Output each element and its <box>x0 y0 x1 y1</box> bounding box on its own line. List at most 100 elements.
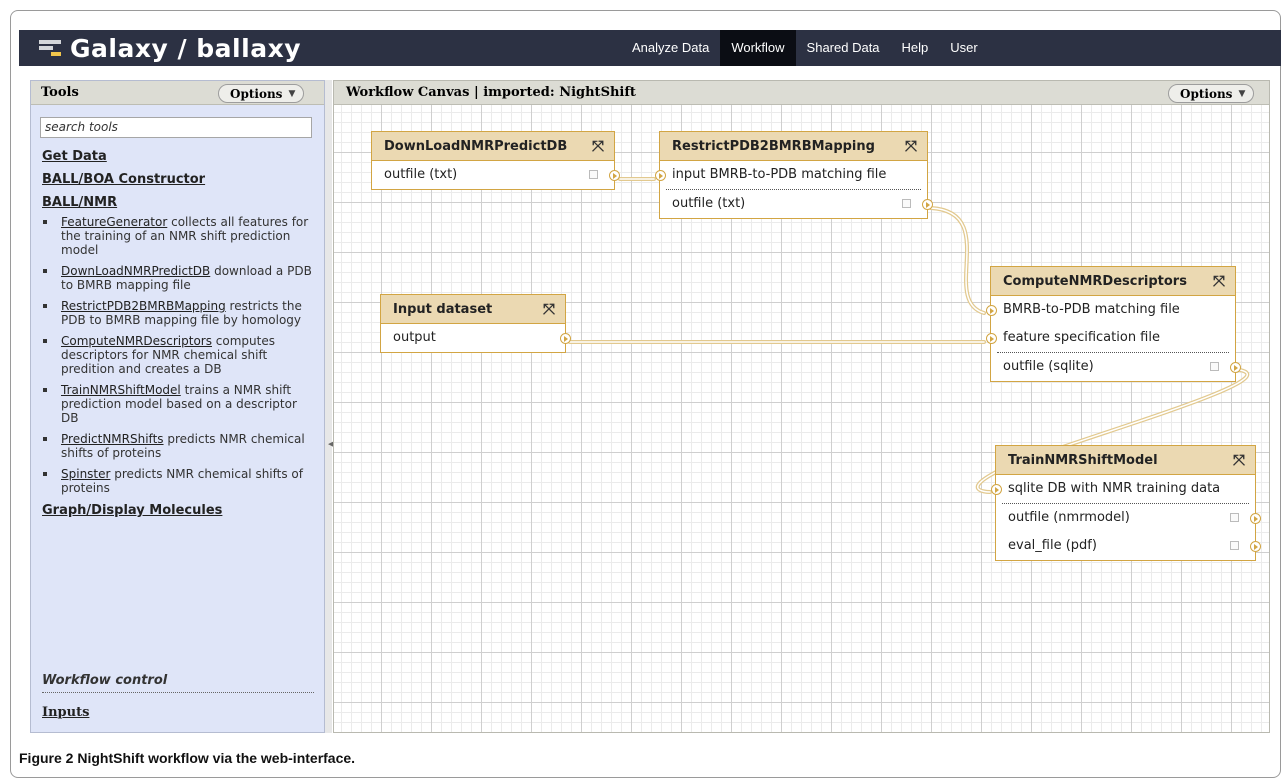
output-mark-checkbox[interactable] <box>1230 541 1239 550</box>
bullet-icon <box>43 472 47 476</box>
output-label: outfile (txt) <box>672 196 746 211</box>
tool-item-trainnmrshiftmodel: TrainNMRShiftModel trains a NMR shift pr… <box>42 383 314 425</box>
tool-link-downloadnmrpredictdb[interactable]: DownLoadNMRPredictDB <box>61 264 210 278</box>
output-terminal[interactable] <box>1230 362 1241 373</box>
tool-item-spinster: Spinster predicts NMR chemical shifts of… <box>42 467 314 495</box>
tools-options-button[interactable]: Options ▼ <box>218 84 305 103</box>
input-label: input BMRB-to-PDB matching file <box>672 167 887 182</box>
close-icon[interactable]: ⤧ <box>543 295 555 324</box>
input-terminal[interactable] <box>986 333 997 344</box>
tool-item-predictnmrshifts: PredictNMRShifts predicts NMR chemical s… <box>42 432 314 460</box>
input-label: feature specification file <box>1003 330 1160 345</box>
node-title[interactable]: ComputeNMRDescriptors ⤧ <box>991 267 1235 296</box>
brand[interactable]: Galaxy / ballaxy <box>39 30 301 66</box>
output-mark-checkbox[interactable] <box>589 170 598 179</box>
node-title[interactable]: RestrictPDB2BMRBMapping ⤧ <box>660 132 927 161</box>
chevron-down-icon: ▼ <box>288 89 296 99</box>
node-trainnmrshiftmodel[interactable]: TrainNMRShiftModel ⤧ sqlite DB with NMR … <box>991 445 1261 561</box>
node-title[interactable]: Input dataset ⤧ <box>381 295 565 324</box>
input-terminal[interactable] <box>655 170 666 181</box>
node-output-row: output <box>381 324 571 352</box>
tool-link-computenmrdescriptors[interactable]: ComputeNMRDescriptors <box>61 334 212 348</box>
inputs-link[interactable]: Inputs <box>42 705 89 720</box>
output-label: output <box>393 330 436 345</box>
node-title-text: TrainNMRShiftModel <box>1008 453 1158 468</box>
node-output-row: eval_file (pdf) <box>996 532 1261 560</box>
output-terminal[interactable] <box>922 199 933 210</box>
tool-item-featuregenerator: FeatureGenerator collects all features f… <box>42 215 314 257</box>
input-terminal[interactable] <box>986 305 997 316</box>
output-terminal[interactable] <box>609 170 620 181</box>
output-terminal[interactable] <box>560 333 571 344</box>
node-output-row: outfile (sqlite) <box>991 353 1241 381</box>
section-ball-boa-constructor[interactable]: BALL/BOA Constructor <box>42 171 314 189</box>
tools-panel: Tools Options ▼ search tools Get Data BA… <box>30 80 325 733</box>
bullet-icon <box>43 339 47 343</box>
tool-link-restrictpdb2bmrbmapping[interactable]: RestrictPDB2BMRBMapping <box>61 299 226 313</box>
node-output-row: outfile (txt) <box>372 161 620 189</box>
node-title-text: ComputeNMRDescriptors <box>1003 274 1187 289</box>
node-input-dataset[interactable]: Input dataset ⤧ output <box>380 294 571 353</box>
node-output-row: outfile (nmrmodel) <box>996 504 1261 532</box>
section-get-data[interactable]: Get Data <box>42 148 314 166</box>
close-icon[interactable]: ⤧ <box>1213 267 1225 296</box>
node-output-row: outfile (txt) <box>660 190 933 218</box>
output-mark-checkbox[interactable] <box>1230 513 1239 522</box>
node-title[interactable]: TrainNMRShiftModel ⤧ <box>996 446 1255 475</box>
tool-list: Get Data BALL/BOA Constructor BALL/NMR F… <box>42 148 314 520</box>
close-icon[interactable]: ⤧ <box>905 132 917 161</box>
main-nav: Analyze Data Workflow Shared Data Help U… <box>621 30 989 66</box>
bullet-icon <box>43 220 47 224</box>
node-input-row: feature specification file <box>986 324 1235 352</box>
canvas-title: Workflow Canvas | imported: NightShift <box>346 85 636 100</box>
nav-analyze-data[interactable]: Analyze Data <box>621 30 720 66</box>
node-computenmrdescriptors[interactable]: ComputeNMRDescriptors ⤧ BMRB-to-PDB matc… <box>986 266 1241 382</box>
output-label: eval_file (pdf) <box>1008 538 1097 553</box>
node-title-text: RestrictPDB2BMRBMapping <box>672 139 875 154</box>
input-label: sqlite DB with NMR training data <box>1008 481 1221 496</box>
bullet-icon <box>43 304 47 308</box>
bullet-icon <box>43 269 47 273</box>
nav-shared-data[interactable]: Shared Data <box>796 30 891 66</box>
figure-caption: Figure 2 NightShift workflow via the web… <box>19 750 355 766</box>
bullet-icon <box>43 437 47 441</box>
tool-link-predictnmrshifts[interactable]: PredictNMRShifts <box>61 432 164 446</box>
section-graph-display-molecules[interactable]: Graph/Display Molecules <box>42 502 314 520</box>
search-tools-input[interactable]: search tools <box>40 117 312 138</box>
tools-panel-header: Tools Options ▼ <box>31 81 324 105</box>
output-mark-checkbox[interactable] <box>902 199 911 208</box>
nav-user[interactable]: User <box>939 30 988 66</box>
node-input-row: input BMRB-to-PDB matching file <box>655 161 927 189</box>
input-label: BMRB-to-PDB matching file <box>1003 302 1180 317</box>
caption-text: NightShift workflow via the web-interfac… <box>73 750 356 766</box>
nav-help[interactable]: Help <box>891 30 940 66</box>
tool-link-trainnmrshiftmodel[interactable]: TrainNMRShiftModel <box>61 383 181 397</box>
output-terminal[interactable] <box>1250 541 1261 552</box>
section-ball-nmr[interactable]: BALL/NMR <box>42 194 314 212</box>
close-icon[interactable]: ⤧ <box>592 132 604 161</box>
output-label: outfile (nmrmodel) <box>1008 510 1130 525</box>
output-terminal[interactable] <box>1250 513 1261 524</box>
canvas-header: Workflow Canvas | imported: NightShift O… <box>334 81 1269 105</box>
node-restrictpdb2bmrbmapping[interactable]: RestrictPDB2BMRBMapping ⤧ input BMRB-to-… <box>655 131 933 219</box>
galaxy-logo-icon <box>39 39 61 57</box>
tools-options-label: Options <box>230 87 283 101</box>
workflow-control-heading: Workflow control <box>42 673 314 693</box>
node-input-row: sqlite DB with NMR training data <box>991 475 1255 503</box>
input-terminal[interactable] <box>991 484 1002 495</box>
masthead: Galaxy / ballaxy Analyze Data Workflow S… <box>19 30 1281 66</box>
node-title-text: DownLoadNMRPredictDB <box>384 139 568 154</box>
tool-link-featuregenerator[interactable]: FeatureGenerator <box>61 215 167 229</box>
caption-label: Figure 2 <box>19 750 74 766</box>
node-title[interactable]: DownLoadNMRPredictDB ⤧ <box>372 132 614 161</box>
brand-title: Galaxy / ballaxy <box>70 33 301 63</box>
node-downloadnmrpredictdb[interactable]: DownLoadNMRPredictDB ⤧ outfile (txt) <box>371 131 620 190</box>
tool-item-computenmrdescriptors: ComputeNMRDescriptors computes descripto… <box>42 334 314 376</box>
tool-link-spinster[interactable]: Spinster <box>61 467 110 481</box>
canvas-options-button[interactable]: Options ▼ <box>1168 84 1255 103</box>
nav-workflow[interactable]: Workflow <box>720 30 796 66</box>
output-mark-checkbox[interactable] <box>1210 362 1219 371</box>
close-icon[interactable]: ⤧ <box>1233 446 1245 475</box>
tools-panel-title: Tools <box>41 85 79 100</box>
panel-splitter[interactable] <box>325 80 332 733</box>
